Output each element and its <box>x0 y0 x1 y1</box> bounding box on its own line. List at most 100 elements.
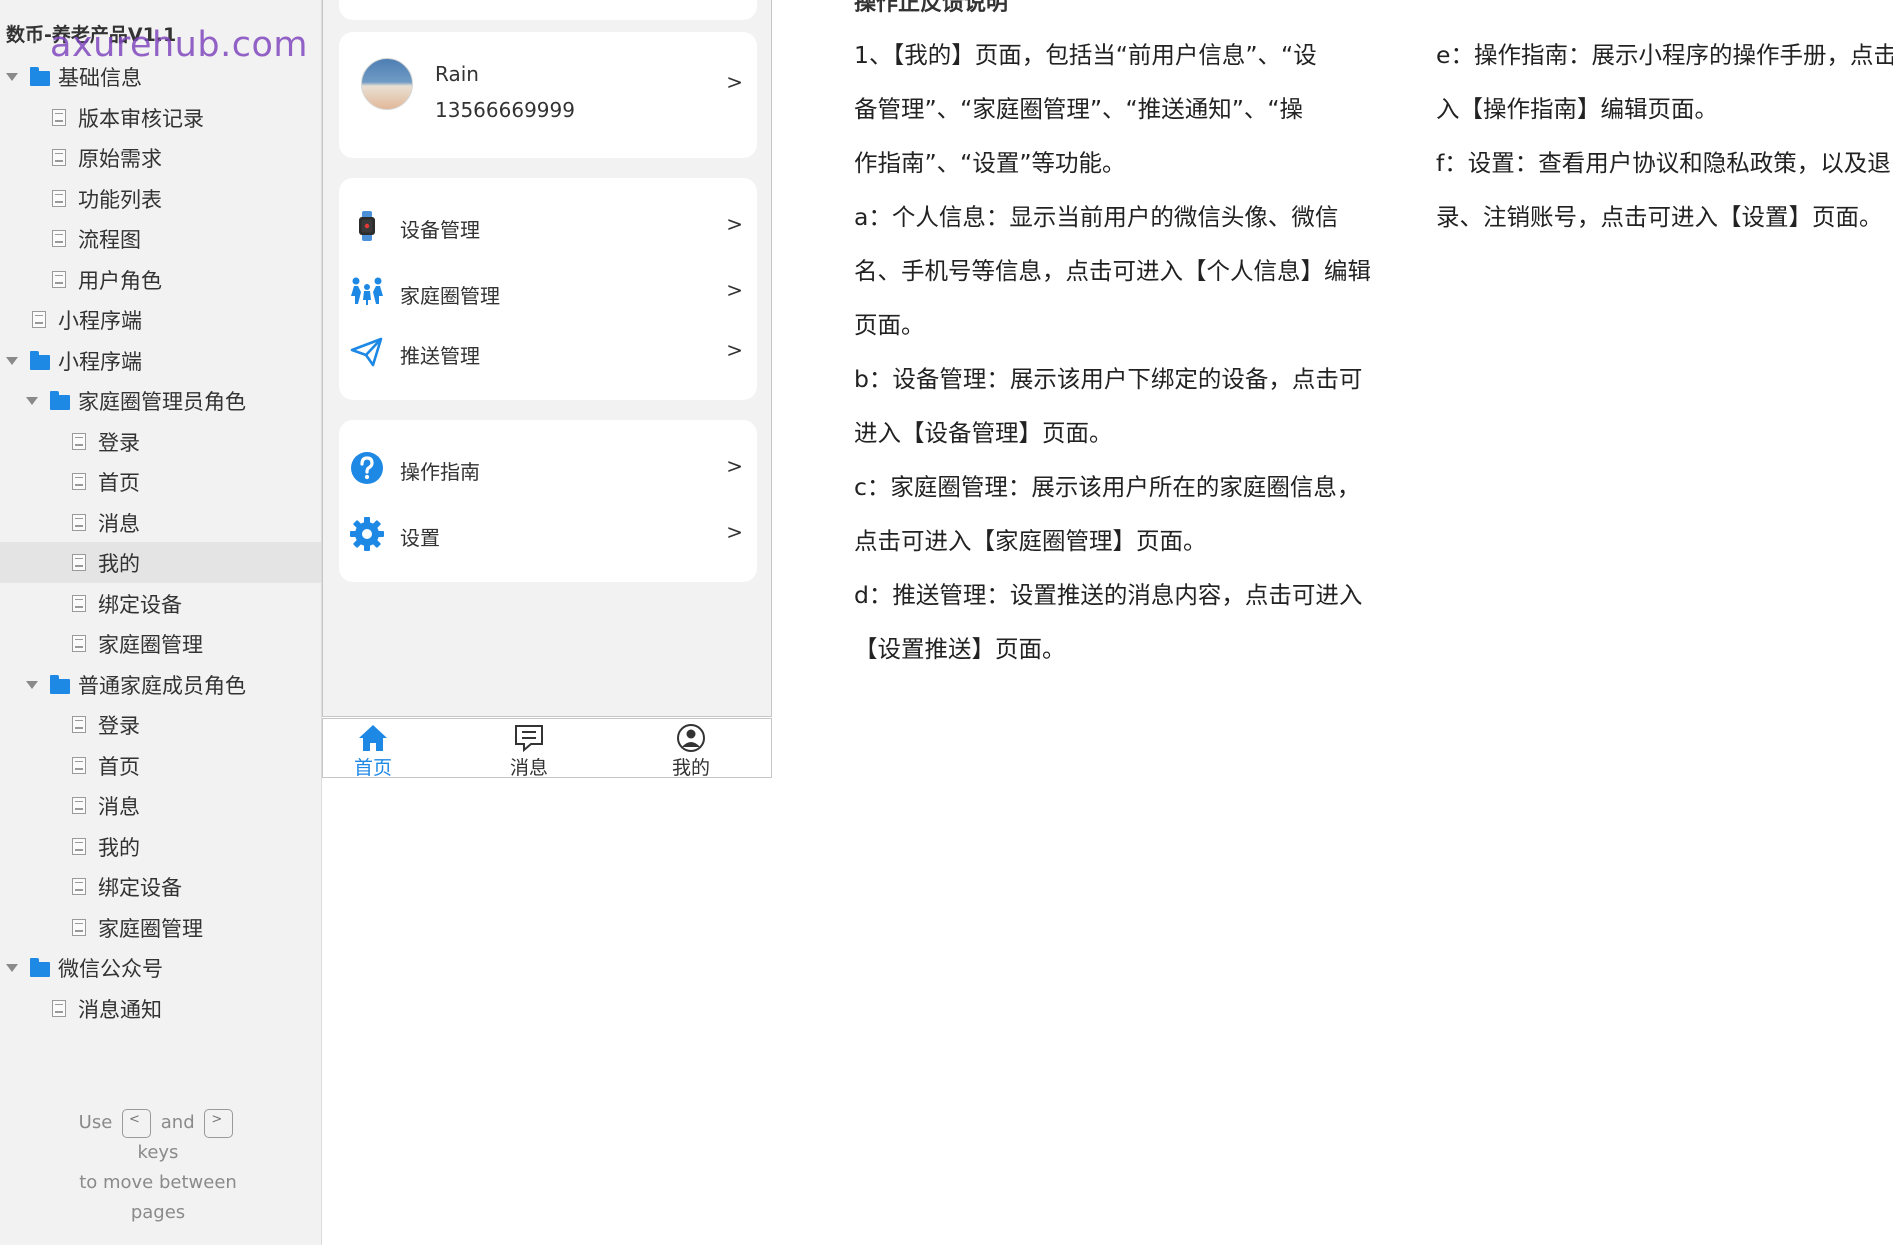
tree-item[interactable]: 绑定设备 <box>0 583 321 624</box>
tree-item[interactable]: 微信公众号 <box>0 947 321 988</box>
page-icon <box>52 270 66 288</box>
description-line: 备管理”、“家庭圈管理”、“推送通知”、“操 <box>854 95 1304 123</box>
folder-icon <box>30 958 50 977</box>
tree-item[interactable]: 家庭圈管理 <box>0 907 321 948</box>
tree-item[interactable]: 消息 <box>0 785 321 826</box>
page-icon <box>72 878 86 895</box>
menu-item-settings[interactable]: 设置 > <box>339 510 757 556</box>
tree-item[interactable]: 小程序端 <box>0 299 321 340</box>
tree-item-label: 版本审核记录 <box>78 106 204 131</box>
help-pages-text: pages <box>130 1202 186 1223</box>
description-line: a：个人信息：显示当前用户的微信头像、微信 <box>854 203 1339 231</box>
page-icon <box>52 108 66 126</box>
tree-item[interactable]: 首页 <box>0 461 321 502</box>
description-line: f：设置：查看用户协议和隐私政策，以及退 <box>1436 149 1891 177</box>
page-icon <box>52 230 66 247</box>
tree-item[interactable]: 我的 <box>0 542 321 583</box>
folder-icon <box>30 67 50 86</box>
tree-item[interactable]: 消息通知 <box>0 988 321 1029</box>
tree-item-label: 绑定设备 <box>98 592 182 617</box>
description-line: 录、注销账号，点击可进入【设置】页面。 <box>1436 203 1883 231</box>
chevron-right-icon: > <box>726 520 743 544</box>
tree-item[interactable]: 我的 <box>0 826 321 867</box>
question-icon <box>351 452 383 484</box>
tree-item-label: 微信公众号 <box>58 957 163 981</box>
tree-item-label: 首页 <box>98 471 140 495</box>
prev-key-icon: < <box>122 1108 152 1138</box>
page-tree: 基础信息 版本审核记录 原始需求 功能列表 流程图 用户角色 小程序端 小程序端 家庭圈管理员角… <box>0 56 321 1028</box>
tree-item-label: 我的 <box>98 552 140 576</box>
tree-item[interactable]: 流程图 <box>0 218 321 259</box>
tree-item[interactable]: 首页 <box>0 745 321 786</box>
help-use-text: Use <box>78 1112 113 1133</box>
tree-item-label: 家庭圈管理 <box>98 633 203 657</box>
watermark: axurehub.com 原型资源站 <box>50 25 321 65</box>
tab-mine[interactable]: 我的 <box>651 719 731 779</box>
tree-item[interactable]: 家庭圈管理员角色 <box>0 380 321 421</box>
page-icon <box>72 594 86 612</box>
phone-screen: Rain 13566669999 > 设备管理 > 家庭圈管理 > 推送管理 >… <box>322 0 772 717</box>
avatar <box>361 58 413 110</box>
tree-item[interactable]: 小程序端 <box>0 340 321 381</box>
menu-item-operation-guide[interactable]: 操作指南 > <box>339 444 757 490</box>
page-icon <box>72 837 86 855</box>
description-line: b：设备管理：展示该用户下绑定的设备，点击可 <box>854 365 1363 393</box>
home-icon <box>359 725 387 751</box>
description-column-1: 1、【我的】页面，包括当“前用户信息”、“设 备管理”、“家庭圈管理”、“推送通知… <box>854 28 1394 676</box>
menu-item-push-management[interactable]: 推送管理 > <box>339 328 757 374</box>
description-line: c：家庭圈管理：展示该用户所在的家庭圈信息， <box>854 473 1361 501</box>
caret-down-icon[interactable] <box>6 356 18 365</box>
description-line: 点击可进入【家庭圈管理】页面。 <box>854 527 1207 555</box>
tree-item[interactable]: 普通家庭成员角色 <box>0 664 321 705</box>
tab-label: 首页 <box>353 757 392 779</box>
help-and-text: and <box>160 1112 195 1133</box>
tree-item[interactable]: 原始需求 <box>0 137 321 178</box>
tree-item[interactable]: 家庭圈管理 <box>0 623 321 664</box>
description-line: e：操作指南：展示小程序的操作手册，点击 <box>1436 41 1893 69</box>
tree-item-label: 原始需求 <box>78 147 162 171</box>
tree-item-label: 我的 <box>98 835 140 860</box>
tree-item[interactable]: 登录 <box>0 704 321 745</box>
tree-item-label: 普通家庭成员角色 <box>78 673 246 698</box>
chevron-right-icon: > <box>726 278 743 302</box>
section-heading: 操作正反馈说明 <box>854 0 1009 16</box>
caret-down-icon[interactable] <box>6 73 18 81</box>
tree-item-label: 用户角色 <box>78 268 162 293</box>
caret-down-icon[interactable] <box>6 964 18 972</box>
next-key-icon: > <box>204 1108 234 1138</box>
page-icon <box>52 189 66 207</box>
tree-item-label: 消息通知 <box>78 997 162 1022</box>
tree-item[interactable]: 消息 <box>0 502 321 543</box>
tab-messages[interactable]: 消息 <box>489 719 569 779</box>
tree-item-label: 消息 <box>98 511 140 536</box>
previous-card-remnant <box>339 0 757 20</box>
tree-item-label: 功能列表 <box>78 187 162 212</box>
page-icon <box>72 554 86 571</box>
family-icon <box>351 277 383 305</box>
caret-down-icon[interactable] <box>26 397 38 405</box>
tree-item[interactable]: 登录 <box>0 421 321 462</box>
tab-label: 我的 <box>671 757 710 779</box>
tree-item[interactable]: 绑定设备 <box>0 866 321 907</box>
tab-home[interactable]: 首页 <box>333 719 413 779</box>
help-keys-text: keys <box>137 1142 179 1163</box>
menu-label: 设备管理 <box>400 218 480 242</box>
tree-item-label: 流程图 <box>78 228 141 252</box>
tree-item[interactable]: 功能列表 <box>0 178 321 219</box>
tree-item[interactable]: 版本审核记录 <box>0 97 321 138</box>
page-icon <box>72 432 86 450</box>
menu-label: 推送管理 <box>400 344 480 368</box>
tree-item[interactable]: 用户角色 <box>0 259 321 300</box>
menu-label: 家庭圈管理 <box>400 284 500 308</box>
menu-item-family-circle[interactable]: 家庭圈管理 > <box>339 268 757 314</box>
profile-card[interactable]: Rain 13566669999 > <box>339 32 757 158</box>
caret-down-icon[interactable] <box>26 680 38 689</box>
description-line: d：推送管理：设置推送的消息内容，点击可进入 <box>854 581 1363 609</box>
user-icon <box>677 724 705 752</box>
chevron-right-icon: > <box>726 212 743 236</box>
chevron-right-icon: > <box>726 70 743 94</box>
menu-item-device-management[interactable]: 设备管理 > <box>339 202 757 248</box>
tree-item-label: 小程序端 <box>58 309 142 333</box>
gear-icon <box>350 517 384 551</box>
description-line: 页面。 <box>854 311 925 339</box>
